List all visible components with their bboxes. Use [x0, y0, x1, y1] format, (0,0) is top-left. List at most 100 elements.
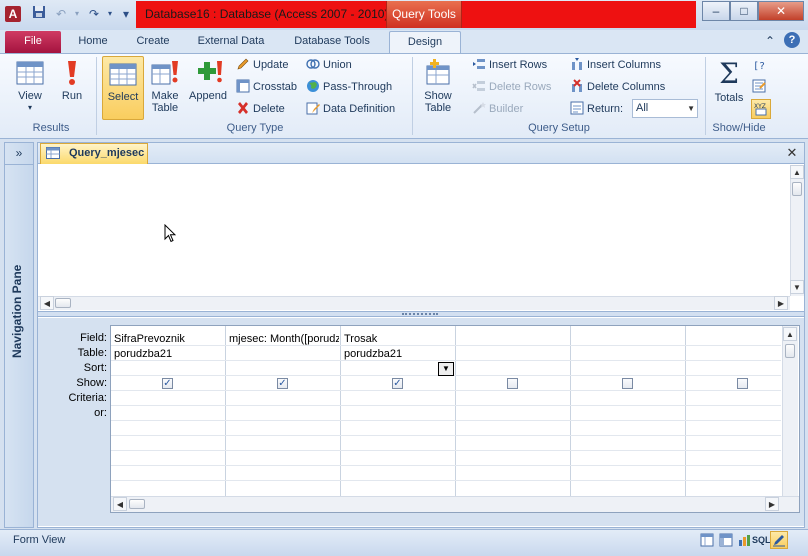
document-tab-strip [38, 143, 804, 164]
tab-external-data[interactable]: External Data [190, 31, 272, 53]
redo-icon[interactable]: ↷ [86, 5, 102, 23]
tab-design[interactable]: Design [389, 31, 461, 54]
scroll-right-arrow-icon[interactable]: ▶ [774, 296, 788, 310]
grid-horizontal-scrollbar[interactable] [111, 496, 799, 512]
row-separator [111, 435, 781, 436]
tab-create[interactable]: Create [128, 31, 178, 53]
show-checkbox[interactable] [622, 378, 633, 389]
results-group-label: Results [32, 122, 70, 134]
delete-columns-icon [572, 79, 582, 93]
save-icon[interactable] [31, 5, 47, 23]
property-sheet-button[interactable] [752, 78, 770, 96]
close-window-button[interactable]: ✕ [758, 1, 804, 21]
grid-cell-table[interactable]: porudzba21 [344, 347, 452, 361]
sql-view-button[interactable]: SQL [752, 531, 771, 549]
help-icon[interactable]: ? [784, 32, 800, 48]
grid-cell-table[interactable] [229, 347, 339, 361]
row-separator [111, 405, 781, 406]
tab-file[interactable]: File [5, 31, 61, 53]
run-button[interactable]: Run [56, 56, 88, 120]
redo-dropdown-icon[interactable]: ▾ [102, 5, 118, 23]
scroll-left-arrow-icon[interactable]: ◀ [113, 497, 127, 511]
delete-rows-button[interactable]: Delete Rows [472, 78, 551, 96]
totals-button[interactable]: Σ Totals [709, 56, 749, 120]
sort-dropdown-arrow-icon[interactable]: ▼ [438, 362, 454, 376]
column-separator [570, 326, 571, 496]
union-button[interactable]: Union [306, 56, 352, 74]
builder-wand-icon [473, 102, 486, 114]
insert-columns-icon [572, 58, 582, 71]
grid-hscroll-thumb[interactable] [129, 499, 145, 509]
show-checkbox[interactable]: ✓ [277, 378, 288, 389]
design-view-icon [773, 535, 785, 547]
close-document-button[interactable]: ✕ [785, 145, 799, 161]
customize-quick-access-icon[interactable]: ▾ [118, 5, 134, 23]
table-design-area[interactable] [38, 164, 790, 295]
delete-x-icon [238, 102, 248, 115]
tab-database-tools[interactable]: Database Tools [284, 31, 380, 53]
parameters-button[interactable]: [?] [752, 57, 770, 75]
show-checkbox[interactable]: ✓ [392, 378, 403, 389]
scroll-up-arrow-icon[interactable]: ▲ [783, 327, 797, 341]
pass-through-button[interactable]: Pass-Through [306, 78, 392, 96]
run-label: Run [61, 90, 83, 102]
row-label-or: or: [94, 407, 107, 419]
datasheet-view-button[interactable] [698, 531, 716, 549]
table-names-button[interactable]: XYZ [751, 99, 771, 119]
pivot-chart-view-button[interactable] [735, 531, 753, 549]
access-app-icon[interactable]: A [5, 6, 21, 22]
minimize-button[interactable]: – [702, 1, 730, 21]
show-table-icon [426, 59, 450, 85]
grid-vscroll-thumb[interactable] [785, 344, 795, 358]
nav-pane-toggle-button[interactable]: » [5, 143, 33, 163]
upper-hscroll-thumb[interactable] [55, 298, 71, 308]
append-button[interactable]: Append [186, 56, 230, 120]
tab-home[interactable]: Home [70, 31, 116, 53]
grid-cell-field[interactable]: SifraPrevoznik [114, 332, 222, 346]
crosstab-button[interactable]: Crosstab [236, 78, 297, 96]
undo-dropdown-icon[interactable]: ▾ [69, 5, 85, 23]
show-table-button[interactable]: Show Table [418, 56, 458, 120]
pivot-table-view-button[interactable] [717, 531, 735, 549]
row-label-show: Show: [76, 377, 107, 389]
select-query-button[interactable]: Select [102, 56, 144, 120]
show-checkbox[interactable]: ✓ [162, 378, 173, 389]
query-icon [46, 147, 60, 159]
make-table-button[interactable]: Make Table [148, 56, 182, 120]
row-separator [111, 465, 781, 466]
scroll-right-arrow-icon[interactable]: ▶ [765, 497, 779, 511]
grid-cell-table[interactable]: porudzba21 [114, 347, 222, 361]
maximize-button[interactable]: □ [730, 1, 758, 21]
return-label: Return: [587, 103, 624, 115]
grid-cell-field[interactable]: mjesec: Month([porudzba21].[Datum]) [229, 332, 339, 346]
undo-icon[interactable]: ↶ [53, 5, 69, 23]
update-button[interactable]: Update [236, 56, 288, 74]
splitter-grip[interactable] [402, 313, 438, 315]
property-sheet-icon [752, 79, 766, 93]
grid-cell-field[interactable]: Trosak [344, 332, 452, 346]
delete-query-button[interactable]: Delete [236, 100, 285, 118]
upper-horizontal-scrollbar[interactable] [38, 296, 790, 310]
scroll-left-arrow-icon[interactable]: ◀ [40, 296, 54, 310]
totals-label: Totals [714, 92, 744, 104]
pivot-table-icon [719, 533, 733, 547]
insert-columns-button[interactable]: Insert Columns [570, 56, 661, 74]
union-icon [306, 59, 320, 69]
show-checkbox[interactable] [737, 378, 748, 389]
return-dropdown[interactable]: All ▼ [632, 99, 698, 118]
navigation-pane-label[interactable]: Navigation Pane [10, 265, 30, 358]
builder-button[interactable]: Builder [472, 100, 523, 118]
insert-rows-button[interactable]: Insert Rows [472, 56, 547, 74]
insert-columns-label: Insert Columns [587, 59, 661, 71]
row-label-criteria: Criteria: [68, 392, 107, 404]
design-view-button[interactable] [770, 531, 788, 549]
data-definition-button[interactable]: Data Definition [306, 100, 395, 118]
upper-vscroll-thumb[interactable] [792, 182, 802, 196]
status-text: Form View [13, 534, 66, 546]
minimize-ribbon-icon[interactable]: ⌃ [762, 31, 778, 53]
view-button[interactable]: View ▾ [10, 56, 50, 120]
scroll-up-arrow-icon[interactable]: ▲ [790, 165, 804, 179]
delete-columns-button[interactable]: Delete Columns [570, 78, 665, 96]
scroll-down-arrow-icon[interactable]: ▼ [790, 280, 804, 294]
show-checkbox[interactable] [507, 378, 518, 389]
